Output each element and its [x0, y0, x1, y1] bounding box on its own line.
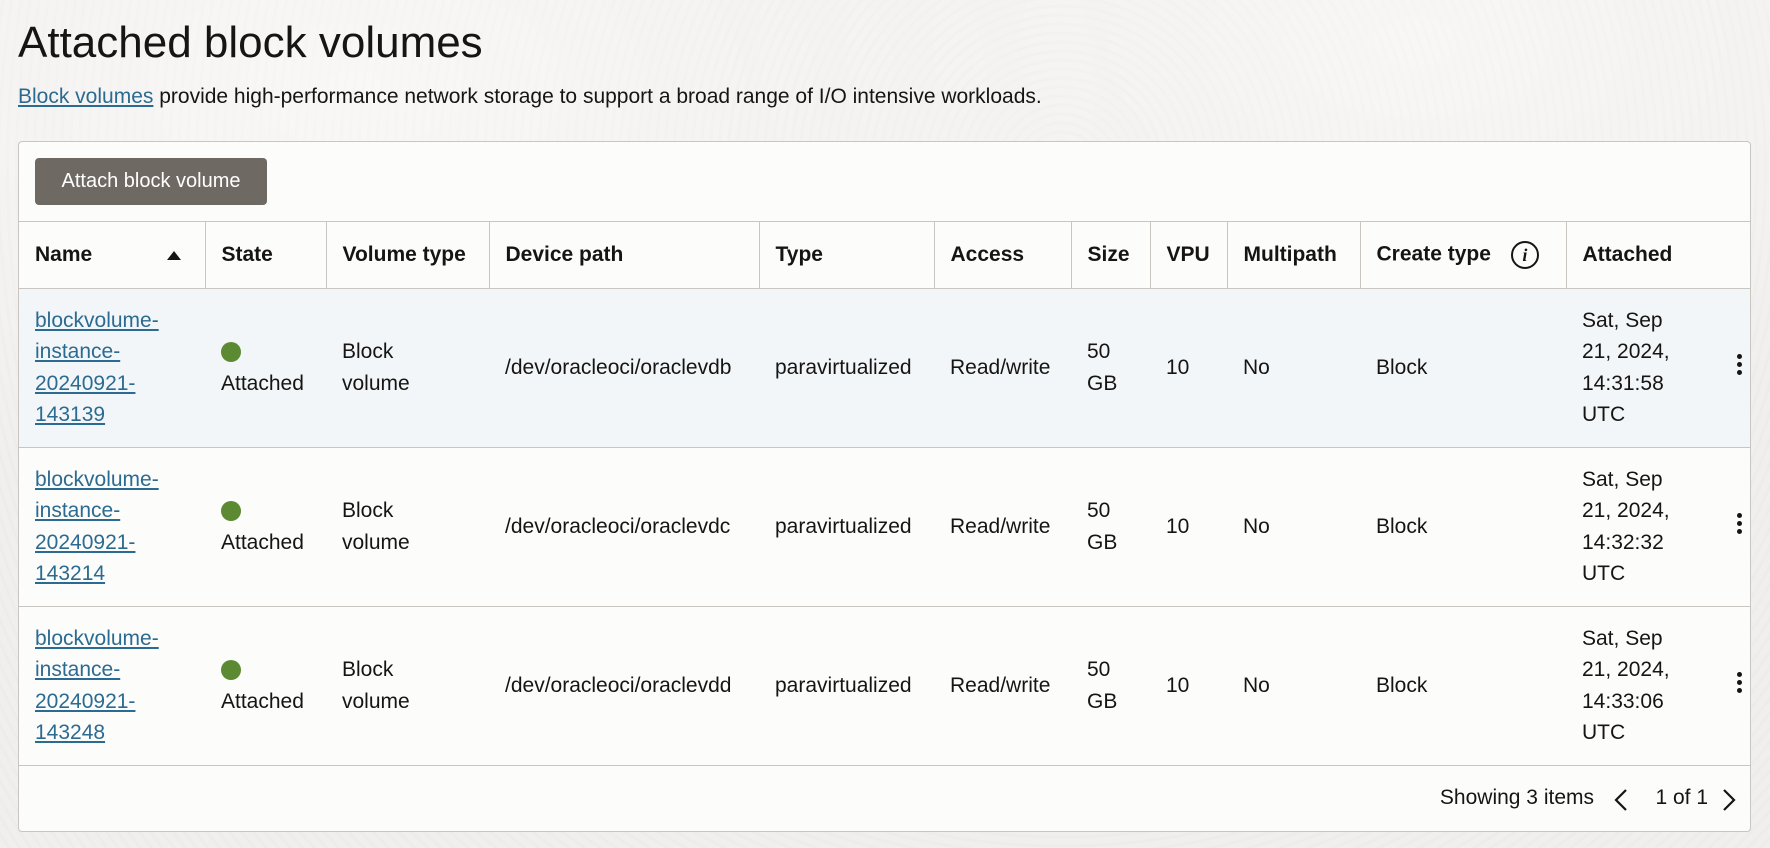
page-title: Attached block volumes	[18, 18, 483, 67]
info-icon[interactable]: i	[1510, 240, 1539, 269]
cell-type: paravirtualized	[759, 447, 934, 607]
column-header-volume-type: Volume type	[326, 222, 490, 289]
row-actions-kebab-icon[interactable]	[1736, 510, 1742, 537]
cell-attached: Sat, Sep 21, 2024, 14:32:32 UTC	[1566, 447, 1750, 607]
sort-ascending-icon[interactable]	[166, 251, 181, 260]
cell-create-type: Block	[1360, 447, 1566, 607]
block-volumes-link[interactable]: Block volumes	[18, 85, 153, 108]
column-header-create-type: Create type i	[1360, 222, 1567, 289]
cell-device-path: /dev/oracleoci/oraclevdd	[489, 606, 759, 766]
column-header-name[interactable]: Name	[19, 222, 206, 289]
column-header-multipath: Multipath	[1227, 222, 1361, 289]
table-row: blockvolume-instance- 20240921- 143214 Att…	[19, 447, 1750, 607]
cell-volume-type: Block volume	[326, 606, 489, 766]
cell-create-type: Block	[1360, 288, 1566, 448]
cell-volume-type: Block volume	[326, 288, 489, 448]
row-actions-kebab-icon[interactable]	[1736, 669, 1742, 696]
cell-attached: Sat, Sep 21, 2024, 14:33:06 UTC	[1566, 606, 1750, 766]
cell-multipath: No	[1227, 288, 1360, 448]
table-header-row: Name State Volume type Device path Type …	[19, 222, 1750, 289]
cell-multipath: No	[1227, 447, 1360, 607]
block-volumes-panel: Attach block volume Name State Volume ty…	[18, 141, 1751, 832]
cell-volume-type: Block volume	[326, 447, 489, 607]
attach-block-volume-button[interactable]: Attach block volume	[35, 158, 267, 205]
status-dot-icon	[221, 342, 241, 363]
column-header-device-path: Device path	[489, 222, 760, 289]
cell-attached: Sat, Sep 21, 2024, 14:31:58 UTC	[1566, 288, 1750, 448]
column-header-type: Type	[759, 222, 935, 289]
cell-type: paravirtualized	[759, 606, 934, 766]
block-volumes-table: Name State Volume type Device path Type …	[19, 222, 1750, 766]
cell-state: Attached	[205, 447, 326, 607]
cell-vpu: 10	[1150, 447, 1227, 607]
cell-name: blockvolume-instance- 20240921- 143214	[19, 447, 205, 607]
items-count: Showing 3 items	[1439, 785, 1594, 809]
cell-device-path: /dev/oracleoci/oraclevdc	[489, 447, 759, 607]
column-header-size: Size	[1071, 222, 1151, 289]
table-row: blockvolume-instance- 20240921- 143139 Att…	[19, 288, 1750, 448]
toolbar: Attach block volume	[19, 142, 1750, 222]
column-header-access: Access	[934, 222, 1072, 289]
cell-size: 50 GB	[1071, 447, 1150, 607]
page-indicator: 1 of 1	[1655, 785, 1708, 809]
previous-page-chevron-icon[interactable]	[1614, 788, 1628, 812]
row-actions-kebab-icon[interactable]	[1736, 351, 1742, 378]
cell-name: blockvolume-instance- 20240921- 143248	[19, 606, 205, 766]
cell-vpu: 10	[1150, 606, 1227, 766]
table-footer: Showing 3 items 1 of 1	[19, 766, 1750, 830]
volume-name-link[interactable]: blockvolume-instance- 20240921- 143248	[35, 627, 159, 745]
cell-access: Read/write	[934, 606, 1071, 766]
cell-state: Attached	[205, 606, 326, 766]
status-dot-icon	[221, 660, 241, 681]
volume-name-link[interactable]: blockvolume-instance- 20240921- 143139	[35, 309, 159, 427]
cell-state: Attached	[205, 288, 326, 448]
page-description-text: provide high-performance network storage…	[153, 85, 1042, 108]
column-header-vpu: VPU	[1150, 222, 1228, 289]
cell-vpu: 10	[1150, 288, 1227, 448]
volume-name-link[interactable]: blockvolume-instance- 20240921- 143214	[35, 468, 159, 586]
column-header-state: State	[205, 222, 327, 289]
column-header-attached: Attached	[1566, 222, 1750, 289]
cell-access: Read/write	[934, 288, 1071, 448]
next-page-chevron-icon[interactable]	[1722, 788, 1736, 812]
page-description: Block volumes provide high-performance n…	[18, 85, 1042, 109]
table-row: blockvolume-instance- 20240921- 143248 Att…	[19, 606, 1750, 766]
cell-create-type: Block	[1360, 606, 1566, 766]
cell-type: paravirtualized	[759, 288, 934, 448]
cell-multipath: No	[1227, 606, 1360, 766]
cell-access: Read/write	[934, 447, 1071, 607]
status-dot-icon	[221, 501, 241, 522]
cell-name: blockvolume-instance- 20240921- 143139	[19, 288, 205, 448]
cell-device-path: /dev/oracleoci/oraclevdb	[489, 288, 759, 448]
cell-size: 50 GB	[1071, 288, 1150, 448]
cell-size: 50 GB	[1071, 606, 1150, 766]
